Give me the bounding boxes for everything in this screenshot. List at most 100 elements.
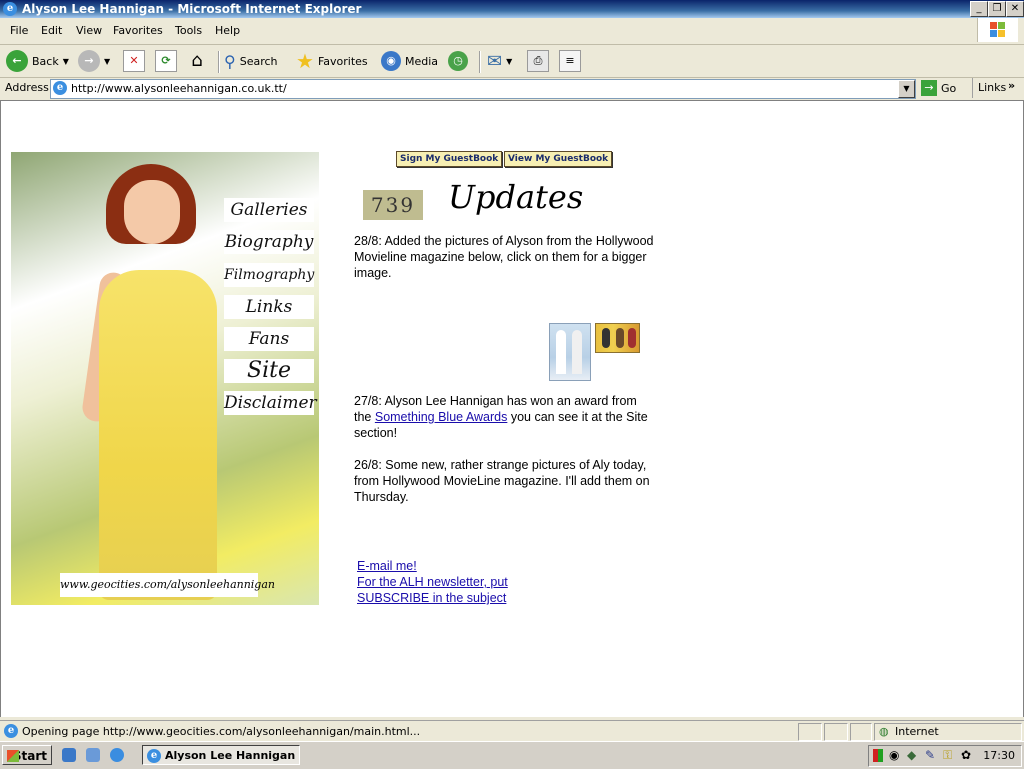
ie-logo-icon: e	[147, 749, 161, 763]
toolbar-separator	[479, 51, 481, 73]
print-icon: ⎙	[527, 50, 549, 72]
nav-site[interactable]: Site	[224, 359, 314, 383]
windows-flag-icon	[7, 750, 19, 762]
search-button[interactable]: ⚲ Search	[224, 49, 278, 73]
menu-file[interactable]: File	[10, 24, 28, 37]
media-button[interactable]: ◉ Media	[381, 49, 438, 73]
chevron-down-icon: ▼	[62, 56, 69, 66]
restore-button[interactable]: ❐	[988, 1, 1006, 17]
taskbar: Start e Alyson Lee Hannigan ... ◉ ◆ ✎ ⚿ …	[0, 741, 1024, 769]
menu-bar: File Edit View Favorites Tools Help	[0, 18, 1024, 45]
banner-figure-dress	[99, 270, 217, 600]
toolbar: ← Back ▼ → ▼ ✕ ⟳ ⌂ ⚲ Search ★ Favorites …	[0, 45, 1024, 78]
close-button[interactable]: ✕	[1006, 1, 1024, 17]
back-button[interactable]: ← Back ▼	[6, 49, 69, 73]
stop-button[interactable]: ✕	[123, 49, 145, 73]
quicklaunch-desktop-icon[interactable]	[86, 748, 100, 762]
window-title: Alyson Lee Hannigan - Microsoft Internet…	[22, 2, 362, 16]
something-blue-awards-link[interactable]: Something Blue Awards	[375, 410, 508, 424]
nav-links[interactable]: Links	[224, 295, 314, 319]
newsletter-link-line-2[interactable]: SUBSCRIBE in the subject	[357, 590, 657, 606]
chevron-right-icon[interactable]: »	[1008, 79, 1015, 92]
movieline-thumbnail-1[interactable]	[549, 323, 591, 381]
go-arrow-icon: →	[921, 80, 937, 96]
status-pane	[798, 723, 822, 741]
status-pane	[850, 723, 872, 741]
address-bar: Address e http://www.alysonleehannigan.c…	[0, 78, 1024, 101]
tray-misc-icon[interactable]: ✿	[961, 748, 971, 762]
movieline-thumbnail-2[interactable]	[595, 323, 640, 353]
update-26-8: 26/8: Some new, rather strange pictures …	[354, 458, 650, 504]
menu-help[interactable]: Help	[215, 24, 240, 37]
media-globe-icon: ◉	[381, 51, 401, 71]
stop-icon: ✕	[123, 50, 145, 72]
nav-disclaimer[interactable]: Disclaimer	[224, 391, 317, 415]
menu-view[interactable]: View	[76, 24, 102, 37]
status-pane	[824, 723, 848, 741]
nav-filmography[interactable]: Filmography	[224, 263, 314, 287]
links-button[interactable]: Links	[978, 81, 1006, 94]
nav-fans[interactable]: Fans	[224, 327, 314, 351]
banner-figure-face	[124, 180, 180, 244]
tray-network-icon[interactable]	[873, 749, 883, 762]
page-content: Galleries Biography Filmography Links Fa…	[0, 101, 1024, 717]
tray-app-icon[interactable]: ◆	[907, 748, 916, 762]
email-link[interactable]: E-mail me!	[357, 558, 657, 574]
chevron-down-icon: ▼	[104, 56, 111, 66]
menu-edit[interactable]: Edit	[41, 24, 62, 37]
internet-globe-icon: ◍	[879, 725, 889, 738]
minimize-button[interactable]: _	[970, 1, 988, 17]
history-button[interactable]: ◷	[448, 49, 468, 73]
menu-favorites[interactable]: Favorites	[113, 24, 163, 37]
forward-button[interactable]: → ▼	[78, 49, 110, 73]
address-dropdown-button[interactable]: ▼	[898, 80, 915, 98]
quicklaunch-ie-icon[interactable]	[62, 748, 76, 762]
zone-label: Internet	[895, 725, 939, 738]
refresh-button[interactable]: ⟳	[155, 49, 177, 73]
quicklaunch-browser-icon[interactable]	[110, 748, 124, 762]
view-guestbook-button[interactable]: View My GuestBook	[504, 151, 613, 167]
banner-image: Galleries Biography Filmography Links Fa…	[11, 152, 319, 605]
star-icon: ★	[296, 49, 314, 73]
go-button[interactable]: → Go	[921, 80, 956, 96]
tray-key-icon[interactable]: ⚿	[943, 748, 952, 763]
page-icon: e	[53, 81, 67, 95]
update-27-8: 27/8: Alyson Lee Hannigan has won an awa…	[354, 393, 654, 441]
chevron-down-icon: ▼	[506, 56, 513, 66]
print-button[interactable]: ⎙	[527, 49, 549, 73]
updates-heading: Updates	[448, 178, 584, 216]
mail-button[interactable]: ✉ ▼	[487, 49, 512, 73]
taskbar-window-button[interactable]: e Alyson Lee Hannigan ...	[142, 745, 300, 765]
home-button[interactable]: ⌂	[187, 49, 207, 73]
status-bar: e Opening page http://www.geocities.com/…	[0, 720, 1024, 741]
title-bar: e Alyson Lee Hannigan - Microsoft Intern…	[0, 0, 1024, 18]
contact-links: E-mail me! For the ALH newsletter, put S…	[357, 558, 657, 606]
menu-tools[interactable]: Tools	[175, 24, 202, 37]
newsletter-link-line-1[interactable]: For the ALH newsletter, put	[357, 574, 657, 590]
edit-icon: ≡	[559, 50, 581, 72]
loading-page-icon: e	[4, 724, 18, 738]
tray-volume-icon[interactable]: ◉	[889, 748, 899, 762]
search-icon: ⚲	[224, 51, 236, 71]
mail-icon: ✉	[487, 50, 503, 72]
search-label: Search	[239, 54, 278, 68]
favorites-label: Favorites	[317, 54, 368, 68]
taskbar-window-label: Alyson Lee Hannigan ...	[165, 749, 300, 762]
address-input[interactable]: e http://www.alysonleehannigan.co.uk.tt/…	[50, 79, 916, 99]
edit-button[interactable]: ≡	[559, 49, 581, 73]
back-arrow-icon: ←	[6, 50, 28, 72]
tray-tool-icon[interactable]: ✎	[925, 748, 935, 762]
media-label: Media	[405, 54, 439, 68]
sign-guestbook-button[interactable]: Sign My GuestBook	[396, 151, 503, 167]
address-url: http://www.alysonleehannigan.co.uk.tt/	[71, 82, 287, 95]
go-label: Go	[941, 81, 957, 95]
back-label: Back	[32, 54, 59, 68]
update-28-8: 28/8: Added the pictures of Alyson from …	[354, 234, 654, 280]
clock: 17:30	[983, 749, 1015, 762]
nav-biography[interactable]: Biography	[224, 230, 314, 254]
favorites-button[interactable]: ★ Favorites	[296, 49, 368, 73]
toolbar-separator	[218, 51, 220, 73]
nav-galleries[interactable]: Galleries	[224, 198, 314, 222]
start-button[interactable]: Start	[2, 745, 52, 765]
ie-logo-icon: e	[3, 2, 17, 16]
